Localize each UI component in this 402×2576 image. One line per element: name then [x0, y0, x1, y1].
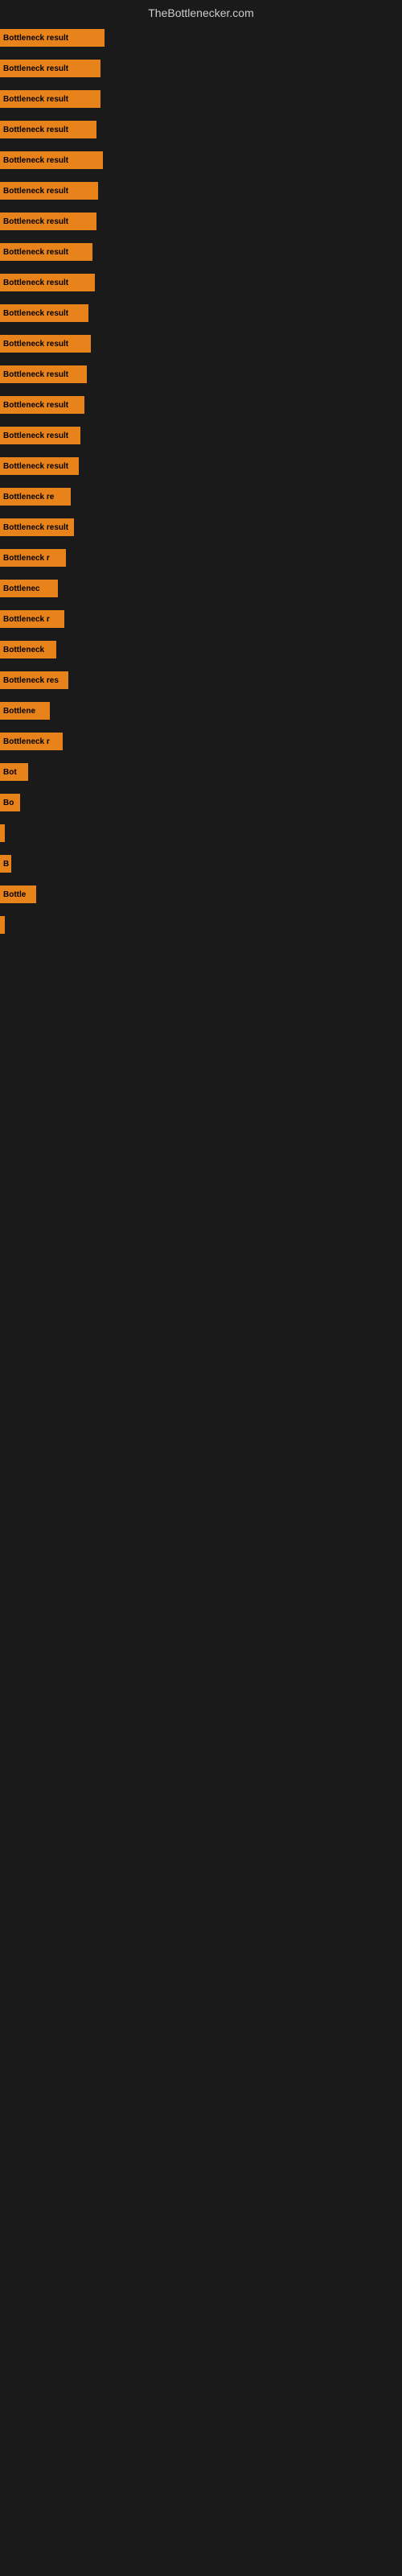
bar-row: Bottleneck result [0, 359, 402, 390]
bottleneck-bar: Bottleneck r [0, 549, 66, 567]
bar-row: Bottlenec [0, 573, 402, 604]
bar-row: Bottleneck result [0, 420, 402, 451]
bar-label: Bottlenec [3, 584, 40, 593]
bar-label: Bottleneck result [3, 126, 68, 134]
bar-label: Bottleneck result [3, 340, 68, 349]
bottleneck-bar: Bottleneck result [0, 213, 96, 230]
chart-container: Bottleneck result Bottleneck result Bottle… [0, 23, 402, 2470]
bar-label: Bottleneck result [3, 95, 68, 104]
bar-label: Bottleneck result [3, 156, 68, 165]
bar-label: Bottleneck re [3, 493, 54, 502]
bottleneck-bar: Bottleneck result [0, 243, 92, 261]
bar-label: Bottleneck [3, 646, 44, 654]
bar-row [0, 818, 402, 848]
bar-label: Bottleneck result [3, 279, 68, 287]
bar-label: Bottleneck result [3, 401, 68, 410]
bar-label: Bottleneck r [3, 615, 50, 624]
bottleneck-bar: Bottleneck result [0, 182, 98, 200]
bottleneck-bar: Bottleneck r [0, 733, 63, 750]
bar-row: Bottleneck result [0, 53, 402, 84]
bar-row: Bottleneck [0, 634, 402, 665]
bar-row: Bottleneck result [0, 328, 402, 359]
bottleneck-bar: Bottleneck re [0, 488, 71, 506]
bar-row: Bottleneck res [0, 665, 402, 696]
bottleneck-bar: B [0, 855, 11, 873]
site-title: TheBottlenecker.com [0, 0, 402, 23]
bar-row: Bot [0, 757, 402, 787]
bar-row: Bottleneck result [0, 84, 402, 114]
bar-label: B [3, 860, 9, 869]
bar-label: Bottleneck result [3, 462, 68, 471]
bar-row: Bottleneck r [0, 604, 402, 634]
bar-row: Bottleneck re [0, 481, 402, 512]
bar-label: Bot [3, 768, 17, 777]
bottleneck-bar: Bot [0, 763, 28, 781]
bar-row [0, 910, 402, 940]
bar-label: Bottleneck r [3, 554, 50, 563]
bottleneck-bar: Bottleneck result [0, 60, 100, 77]
bar-label: Bottleneck result [3, 523, 68, 532]
bottleneck-bar: Bottleneck result [0, 29, 105, 47]
bottleneck-bar: Bottleneck result [0, 121, 96, 138]
bar-label: Bottleneck r [3, 737, 50, 746]
bar-row: Bottleneck result [0, 114, 402, 145]
bar-row: B [0, 848, 402, 879]
bottleneck-bar: Bottleneck result [0, 457, 79, 475]
bar-row: Bottleneck result [0, 237, 402, 267]
bottleneck-bar: Bottleneck result [0, 396, 84, 414]
bottleneck-bar [0, 916, 5, 934]
bottleneck-bar: Bottleneck result [0, 274, 95, 291]
bar-row: Bottlene [0, 696, 402, 726]
bottleneck-bar: Bottleneck res [0, 671, 68, 689]
bar-row: Bo [0, 787, 402, 818]
bottleneck-bar: Bottleneck result [0, 518, 74, 536]
bottleneck-bar [0, 824, 5, 842]
bar-row: Bottleneck r [0, 543, 402, 573]
bar-label: Bottleneck res [3, 676, 59, 685]
bar-label: Bottleneck result [3, 370, 68, 379]
bottleneck-bar: Bottleneck r [0, 610, 64, 628]
bar-label: Bottleneck result [3, 217, 68, 226]
header: TheBottlenecker.com [0, 0, 402, 23]
bar-row: Bottleneck r [0, 726, 402, 757]
bar-label: Bottleneck result [3, 309, 68, 318]
bar-label: Bottleneck result [3, 64, 68, 73]
bar-label: Bo [3, 799, 14, 807]
bottleneck-bar: Bottlenec [0, 580, 58, 597]
bar-label: Bottleneck result [3, 431, 68, 440]
bottleneck-bar: Bottleneck result [0, 335, 91, 353]
bar-row: Bottleneck result [0, 451, 402, 481]
bottleneck-bar: Bottleneck result [0, 427, 80, 444]
bar-label: Bottleneck result [3, 248, 68, 257]
bar-row: Bottleneck result [0, 512, 402, 543]
bar-row: Bottleneck result [0, 206, 402, 237]
bar-label: Bottle [3, 890, 26, 899]
bottleneck-bar: Bottleneck [0, 641, 56, 658]
bar-row: Bottleneck result [0, 390, 402, 420]
bottleneck-bar: Bottleneck result [0, 304, 88, 322]
bar-row: Bottleneck result [0, 145, 402, 175]
bar-row: Bottle [0, 879, 402, 910]
bottleneck-bar: Bottleneck result [0, 365, 87, 383]
bar-row: Bottleneck result [0, 175, 402, 206]
bottleneck-bar: Bottlene [0, 702, 50, 720]
bar-row: Bottleneck result [0, 267, 402, 298]
bar-label: Bottlene [3, 707, 35, 716]
bar-label: Bottleneck result [3, 34, 68, 43]
bottleneck-bar: Bottleneck result [0, 90, 100, 108]
bottleneck-bar: Bo [0, 794, 20, 811]
bar-label: Bottleneck result [3, 187, 68, 196]
bar-row: Bottleneck result [0, 23, 402, 53]
bottleneck-bar: Bottle [0, 886, 36, 903]
bottleneck-bar: Bottleneck result [0, 151, 103, 169]
bar-row: Bottleneck result [0, 298, 402, 328]
